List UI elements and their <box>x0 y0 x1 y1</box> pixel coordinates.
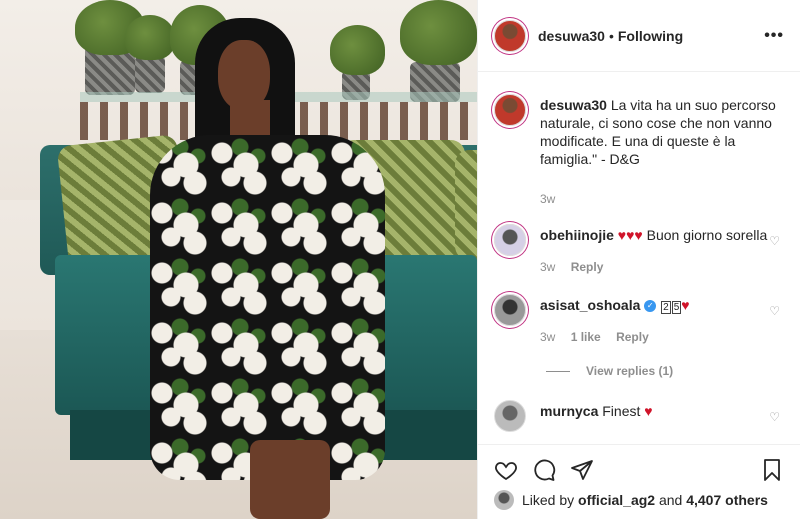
commenter-username[interactable]: asisat_oshoala <box>540 297 640 313</box>
woman-legs <box>250 440 330 519</box>
pillow-edge <box>455 150 477 260</box>
comment-meta: 3w Reply <box>540 258 784 276</box>
comment-bubble-icon[interactable] <box>532 458 556 482</box>
separator-dot: • <box>608 27 614 44</box>
like-comment-heart-icon[interactable]: ♡ <box>769 410 780 424</box>
comment-body: murnyca Finest ♥ <box>540 402 784 420</box>
author-avatar[interactable] <box>494 19 526 52</box>
comment-likes[interactable]: 1 like <box>571 330 601 344</box>
liker-username[interactable]: official_ag2 <box>578 492 655 508</box>
caption-avatar[interactable] <box>494 94 526 126</box>
view-replies-button[interactable]: View replies (1) <box>546 364 784 378</box>
commenter-username[interactable]: obehiinojie <box>540 227 614 243</box>
plant <box>125 15 175 60</box>
likes-and: and <box>658 492 683 508</box>
following-button[interactable]: Following <box>618 28 683 44</box>
plant <box>330 25 385 75</box>
caption: desuwa30 La vita ha un suo percorso natu… <box>494 94 784 208</box>
author-username[interactable]: desuwa30 <box>538 28 605 44</box>
comment-text: Buon giorno sorella <box>646 227 768 243</box>
caption-time[interactable]: 3w <box>540 192 555 206</box>
comment-time[interactable]: 3w <box>540 260 555 274</box>
share-paper-plane-icon[interactable] <box>570 458 594 482</box>
heart-emoji-icon: ♥ <box>644 403 653 419</box>
commenter-avatar[interactable] <box>494 294 526 326</box>
comment-text: Finest <box>602 403 641 419</box>
heart-emoji-icon: ♥♥♥ <box>617 227 643 243</box>
post-photo[interactable] <box>0 0 477 519</box>
save-bookmark-icon[interactable] <box>760 458 784 482</box>
plant-pot <box>135 55 165 93</box>
keycap-number: 5 <box>671 301 682 314</box>
comment-body: obehiinojie ♥♥♥ Buon giorno sorella <box>540 226 784 244</box>
liker-avatar[interactable] <box>494 490 514 510</box>
commenter-avatar[interactable] <box>494 224 526 256</box>
view-replies-label: View replies (1) <box>586 364 674 378</box>
caption-body: desuwa30 La vita ha un suo percorso natu… <box>540 96 784 168</box>
like-comment-heart-icon[interactable]: ♡ <box>769 234 780 248</box>
comments-list: desuwa30 La vita ha un suo percorso natu… <box>478 72 800 444</box>
verified-badge-icon: ✓ <box>644 300 657 313</box>
comment-item: asisat_oshoala ✓ 2 5 ♥ 3w 1 like Reply ♡ <box>494 294 784 346</box>
post-actions <box>478 444 800 494</box>
liked-by-prefix: Liked by <box>522 492 575 508</box>
caption-username[interactable]: desuwa30 <box>540 97 607 113</box>
comment-item: murnyca Finest ♥ ♡ <box>494 400 784 432</box>
likes-summary: Liked by official_ag2 and 4,407 others <box>494 490 784 510</box>
likes-others[interactable]: 4,407 others <box>686 492 768 508</box>
post-header: desuwa30 • Following ••• <box>478 0 800 72</box>
replies-divider <box>546 370 570 372</box>
like-comment-heart-icon[interactable]: ♡ <box>769 304 780 318</box>
commenter-username[interactable]: murnyca <box>540 403 598 419</box>
comment-body: asisat_oshoala ✓ 2 5 ♥ <box>540 296 784 314</box>
floral-dress <box>150 135 385 480</box>
comment-item: obehiinojie ♥♥♥ Buon giorno sorella 3w R… <box>494 224 784 276</box>
comment-meta: 3w 1 like Reply <box>540 328 784 346</box>
reply-button[interactable]: Reply <box>616 330 649 344</box>
more-options-icon[interactable]: ••• <box>764 27 784 45</box>
reply-button[interactable]: Reply <box>571 260 604 274</box>
heart-emoji-icon: ♥ <box>681 297 690 313</box>
like-heart-icon[interactable] <box>494 458 518 482</box>
comment-time[interactable]: 3w <box>540 330 555 344</box>
plant <box>400 0 477 65</box>
keycap-number: 2 <box>661 301 671 314</box>
commenter-avatar[interactable] <box>494 400 526 432</box>
post-side-panel: desuwa30 • Following ••• desuwa30 La vit… <box>477 0 800 519</box>
caption-meta: 3w <box>540 190 784 208</box>
